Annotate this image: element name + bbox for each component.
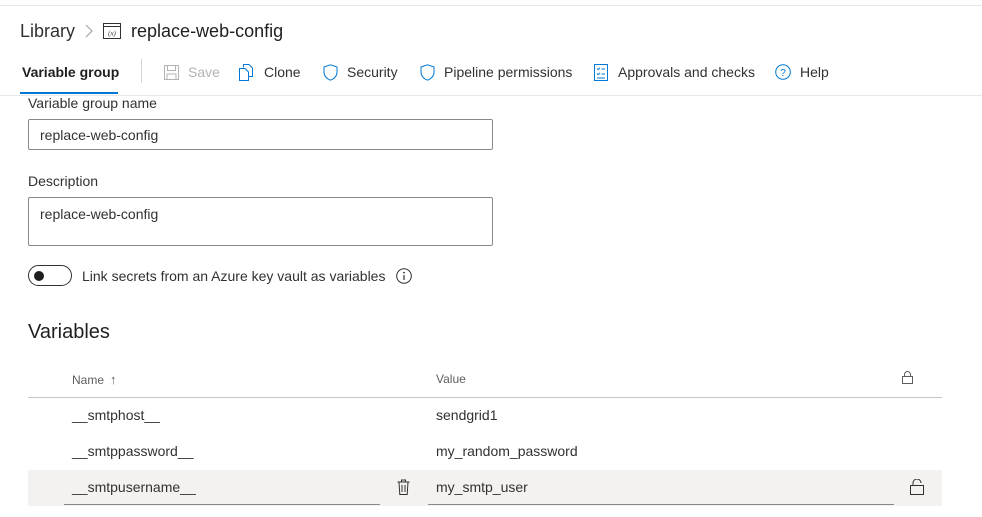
variable-name[interactable]: __smtphost__ (72, 407, 160, 423)
value-input-underline (428, 504, 894, 505)
delete-icon[interactable] (394, 478, 412, 496)
lock-icon (902, 371, 913, 384)
clone-label: Clone (264, 64, 301, 80)
breadcrumb-group-name: replace-web-config (131, 20, 284, 41)
variable-group-icon: (x) (103, 23, 122, 39)
toolbar-divider (141, 59, 142, 83)
save-label: Save (188, 64, 220, 80)
shield-icon (321, 63, 339, 81)
lock-icon[interactable] (908, 478, 926, 496)
breadcrumb-library-link[interactable]: Library (20, 21, 75, 42)
column-header-name[interactable]: Name ↑ (72, 372, 117, 387)
active-tab-indicator (20, 92, 118, 94)
column-header-value: Value (436, 372, 466, 386)
table-row[interactable]: __smtpusername__ my_smtp_user (28, 470, 942, 506)
keyvault-toggle[interactable] (28, 265, 72, 286)
table-row[interactable]: __smtphost__ sendgrid1 (28, 398, 942, 434)
chevron-right-icon (85, 24, 93, 38)
info-icon[interactable] (396, 268, 412, 284)
approvals-checks-button[interactable]: Approvals and checks (592, 62, 755, 82)
top-border (0, 5, 982, 6)
column-name-label: Name (72, 372, 105, 387)
pipeline-permissions-button[interactable]: Pipeline permissions (418, 62, 572, 82)
svg-text:(x): (x) (108, 30, 116, 38)
help-icon: ? (774, 63, 792, 81)
variable-name-input[interactable]: __smtpusername__ (72, 479, 196, 495)
help-label: Help (800, 64, 829, 80)
security-button[interactable]: Security (321, 62, 398, 82)
variable-value[interactable]: my_random_password (436, 443, 578, 459)
variable-group-name-input[interactable] (28, 119, 493, 150)
security-label: Security (347, 64, 398, 80)
approvals-checks-label: Approvals and checks (618, 64, 755, 80)
variables-section-title: Variables (28, 321, 110, 343)
breadcrumb: Library (x) replace-web-config (20, 18, 283, 44)
shield-icon (418, 63, 436, 81)
table-header: Name ↑ Value (28, 362, 942, 398)
variable-value-input[interactable]: my_smtp_user (436, 479, 528, 495)
checklist-icon (592, 63, 610, 81)
description-label: Description (28, 173, 99, 189)
variable-name[interactable]: __smtppassword__ (72, 443, 193, 459)
sort-ascending-icon: ↑ (110, 372, 117, 387)
help-button[interactable]: ? Help (774, 62, 829, 82)
variable-value[interactable]: sendgrid1 (436, 407, 498, 423)
clone-icon (238, 63, 256, 81)
pipeline-permissions-label: Pipeline permissions (444, 64, 573, 80)
save-icon (162, 63, 180, 81)
column-value-label: Value (436, 372, 466, 386)
toggle-knob (34, 271, 44, 281)
svg-text:?: ? (780, 68, 786, 79)
clone-button[interactable]: Clone (238, 62, 301, 82)
name-input-underline (64, 504, 380, 505)
keyvault-toggle-label: Link secrets from an Azure key vault as … (82, 268, 386, 284)
save-button[interactable]: Save (162, 62, 220, 82)
toolbar: Variable group Save Clone Security Pipel… (0, 56, 982, 96)
tab-variable-group[interactable]: Variable group (22, 64, 119, 80)
variable-group-name-label: Variable group name (28, 95, 157, 111)
table-row[interactable]: __smtppassword__ my_random_password (28, 434, 942, 470)
description-input[interactable]: replace-web-config (28, 197, 493, 246)
